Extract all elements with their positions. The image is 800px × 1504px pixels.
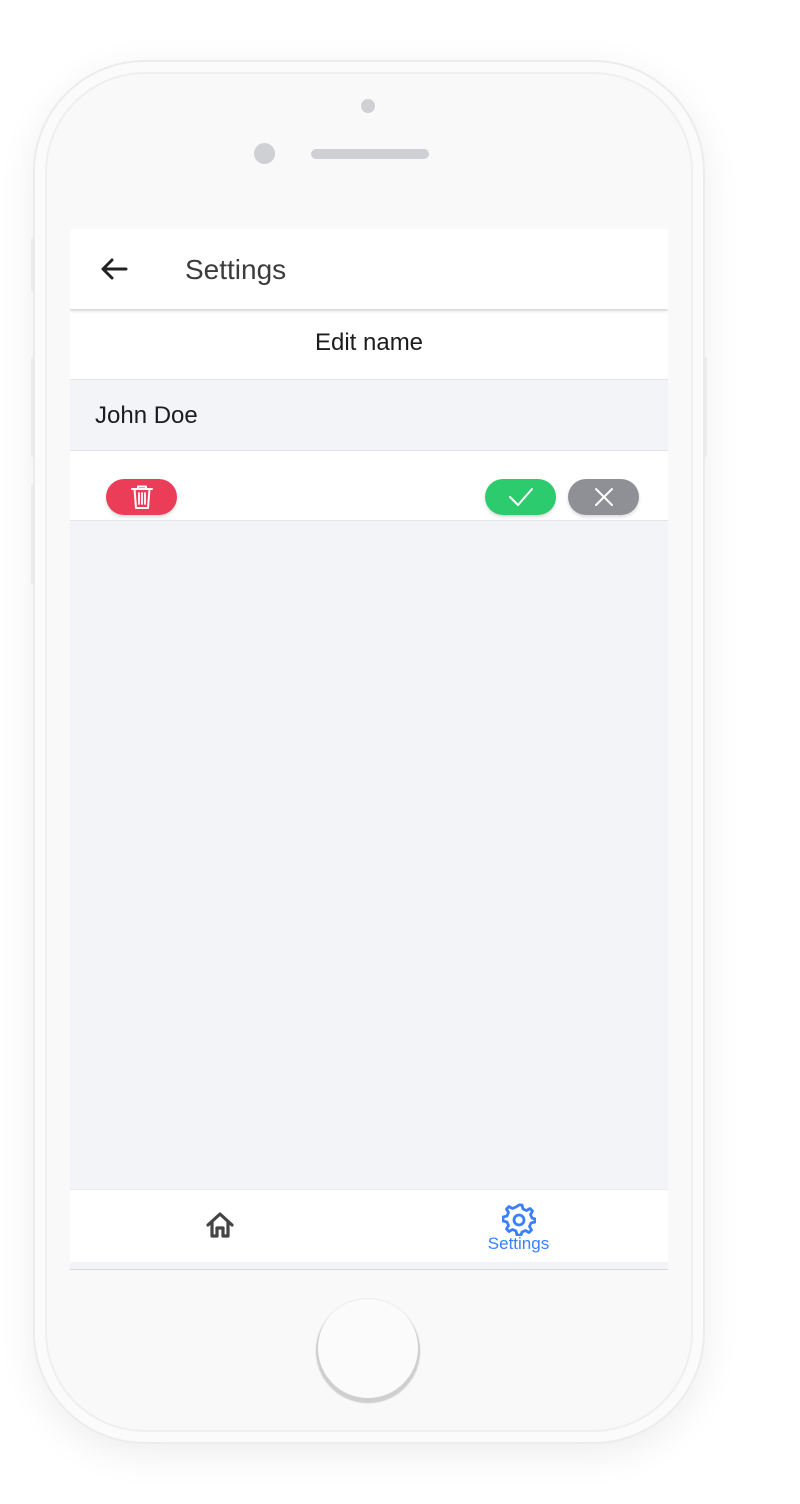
confirm-button[interactable] bbox=[485, 479, 556, 515]
phone-silent-switch bbox=[31, 238, 35, 292]
name-input[interactable] bbox=[95, 398, 635, 434]
tab-home[interactable] bbox=[70, 1190, 369, 1262]
delete-button[interactable] bbox=[106, 479, 177, 515]
settings-gear-icon bbox=[501, 1203, 536, 1236]
name-field-row bbox=[70, 379, 668, 451]
app-screen: Settings Edit name John Doe Settings bbox=[70, 229, 668, 1270]
phone-sensor bbox=[361, 99, 375, 113]
phone-power-button bbox=[703, 357, 707, 457]
home-icon bbox=[205, 1212, 234, 1238]
phone-home-button[interactable] bbox=[316, 1299, 420, 1403]
close-icon bbox=[594, 488, 613, 506]
bottom-tab-bar: Settings bbox=[70, 1189, 668, 1262]
cancel-button[interactable] bbox=[568, 479, 639, 515]
app-header: Settings bbox=[70, 229, 668, 309]
device-stage: Settings Edit name John Doe Settings bbox=[0, 0, 800, 1504]
phone-camera bbox=[254, 143, 275, 164]
trash-icon bbox=[130, 485, 153, 509]
back-button[interactable] bbox=[96, 251, 132, 287]
phone-speaker bbox=[311, 149, 429, 159]
screen-divider bbox=[70, 1269, 668, 1270]
tab-settings-label: Settings bbox=[487, 1234, 550, 1253]
arrow-back-icon bbox=[101, 258, 128, 280]
phone-volume-up bbox=[31, 357, 35, 457]
page-title: Settings bbox=[185, 254, 287, 285]
action-row bbox=[70, 451, 668, 521]
section-title: Edit name bbox=[70, 311, 668, 379]
tab-settings[interactable]: Settings bbox=[369, 1190, 668, 1262]
phone-volume-down bbox=[31, 484, 35, 584]
checkmark-icon bbox=[508, 488, 533, 506]
